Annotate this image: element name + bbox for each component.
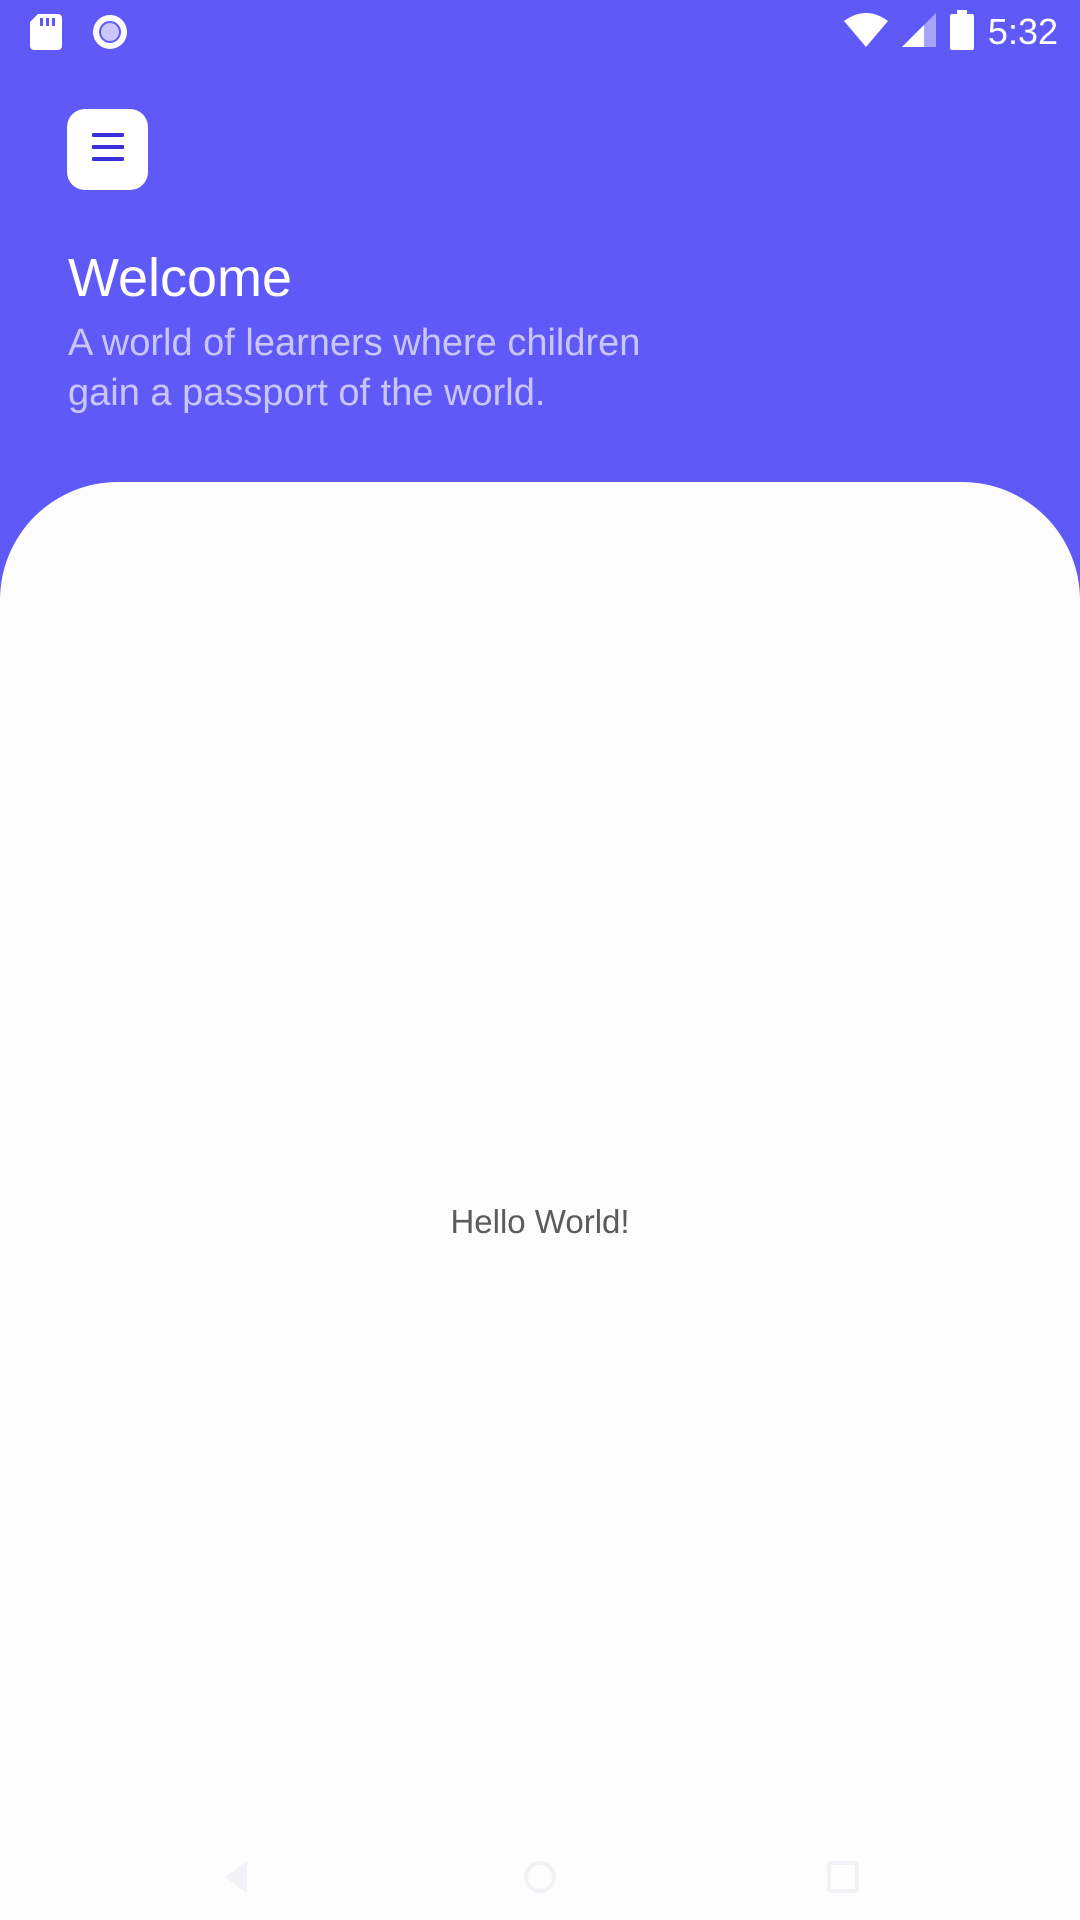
wifi-icon [843, 12, 888, 52]
hamburger-menu-icon [90, 131, 126, 168]
status-bar-left [30, 14, 128, 55]
battery-icon [949, 9, 974, 55]
home-icon[interactable] [515, 1852, 565, 1902]
sd-card-icon [30, 14, 62, 55]
back-icon[interactable] [212, 1852, 262, 1902]
sync-circle-icon [92, 14, 128, 55]
status-bar-right: 5:32 [843, 8, 1058, 56]
app-screen: 5:32 Welcome A world of learners where c… [0, 0, 1080, 1920]
recents-icon[interactable] [818, 1852, 868, 1902]
page-subtitle: A world of learners where children gain … [68, 322, 641, 414]
status-clock: 5:32 [987, 11, 1058, 52]
navigation-bar [0, 1830, 1080, 1920]
menu-button[interactable] [67, 109, 148, 190]
page-title: Welcome [68, 248, 293, 308]
hello-message: Hello World! [450, 1203, 630, 1240]
cell-signal-icon [901, 12, 936, 52]
status-bar: 5:32 [0, 0, 1080, 64]
